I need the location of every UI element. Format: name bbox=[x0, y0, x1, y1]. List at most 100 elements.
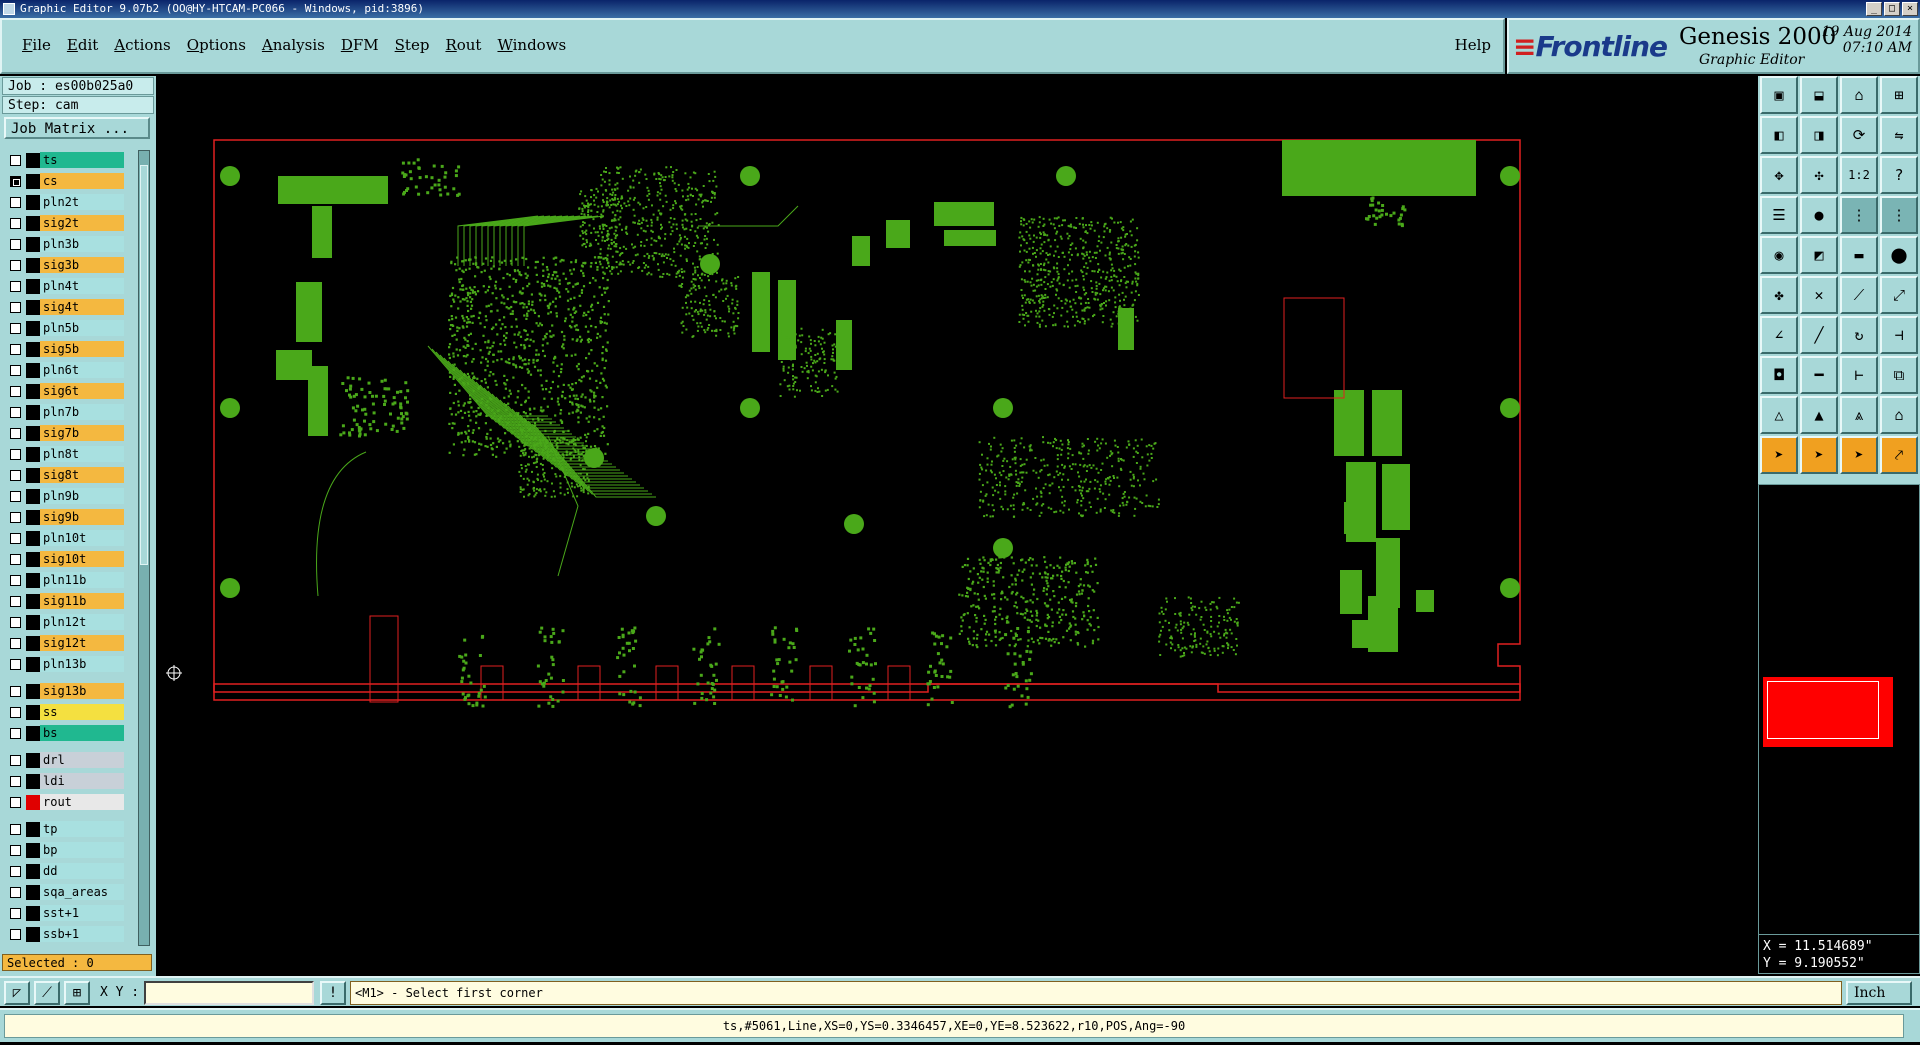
layer-checkbox[interactable] bbox=[10, 533, 21, 544]
layer-row-ssb+1[interactable]: ssb+1 bbox=[4, 924, 124, 945]
layer-name[interactable]: sig5b bbox=[40, 341, 124, 357]
layer-row-pln13b[interactable]: pln13b bbox=[4, 654, 124, 675]
open-icon[interactable]: ▣ bbox=[1760, 76, 1798, 114]
layer-row-sqa_areas[interactable]: sqa_areas bbox=[4, 882, 124, 903]
pin-icon[interactable]: ● bbox=[1800, 196, 1838, 234]
node-icon[interactable]: ⟋ bbox=[1840, 276, 1878, 314]
layer-checkbox[interactable] bbox=[10, 323, 21, 334]
layer-row-dd[interactable]: dd bbox=[4, 861, 124, 882]
layer-row-sig6t[interactable]: sig6t bbox=[4, 381, 124, 402]
layer-row-sig10t[interactable]: sig10t bbox=[4, 549, 124, 570]
layer-row-ts[interactable]: ts bbox=[4, 150, 124, 171]
layer-checkbox[interactable] bbox=[10, 449, 21, 460]
layer-checkbox[interactable] bbox=[10, 797, 21, 808]
layer-name[interactable]: pln9b bbox=[40, 488, 124, 504]
layer-row-sst+1[interactable]: sst+1 bbox=[4, 903, 124, 924]
pointer4-icon[interactable]: ⤤ bbox=[1880, 436, 1918, 474]
layer-row-sig12t[interactable]: sig12t bbox=[4, 633, 124, 654]
layer-row-pln3b[interactable]: pln3b bbox=[4, 234, 124, 255]
layer-name[interactable]: pln3b bbox=[40, 236, 124, 252]
layer-checkbox[interactable] bbox=[10, 239, 21, 250]
layer-checkbox[interactable] bbox=[10, 365, 21, 376]
layer-row-sig2t[interactable]: sig2t bbox=[4, 213, 124, 234]
layer-checkbox[interactable] bbox=[10, 197, 21, 208]
layer-name[interactable]: bs bbox=[40, 725, 124, 741]
close-button[interactable]: × bbox=[1902, 2, 1918, 16]
layer-row-pln5b[interactable]: pln5b bbox=[4, 318, 124, 339]
minimize-button[interactable]: _ bbox=[1866, 2, 1882, 16]
grid-icon[interactable]: ⊞ bbox=[64, 981, 90, 1005]
layer-name[interactable]: sqa_areas bbox=[40, 884, 124, 900]
layer-name[interactable]: sst+1 bbox=[40, 905, 124, 921]
layer-name[interactable]: sig13b bbox=[40, 683, 124, 699]
execute-button[interactable]: ! bbox=[320, 981, 346, 1005]
layer-checkbox[interactable] bbox=[10, 344, 21, 355]
window-icon[interactable]: ⊞ bbox=[1880, 76, 1918, 114]
menu-file[interactable]: File bbox=[14, 36, 59, 54]
angle-icon[interactable]: ∠ bbox=[1760, 316, 1798, 354]
layer-checkbox[interactable] bbox=[10, 428, 21, 439]
layer-name[interactable]: sig2t bbox=[40, 215, 124, 231]
layer-checkbox[interactable] bbox=[10, 512, 21, 523]
layer-row-pln11b[interactable]: pln11b bbox=[4, 570, 124, 591]
layer-name[interactable]: sig12t bbox=[40, 635, 124, 651]
layer-name[interactable]: pln7b bbox=[40, 404, 124, 420]
menu-help[interactable]: Help bbox=[1455, 36, 1491, 54]
layer-name[interactable]: drl bbox=[40, 752, 124, 768]
layer-row-tp[interactable]: tp bbox=[4, 819, 124, 840]
layer-list-icon[interactable]: ☰ bbox=[1760, 196, 1798, 234]
net-b-icon[interactable]: ⋮ bbox=[1880, 196, 1918, 234]
pan-left-icon[interactable]: ◧ bbox=[1760, 116, 1798, 154]
cross-icon[interactable]: ✕ bbox=[1800, 276, 1838, 314]
layer-checkbox[interactable] bbox=[10, 302, 21, 313]
scale-1-2-icon[interactable]: 1:2 bbox=[1840, 156, 1878, 194]
layer-row-pln8t[interactable]: pln8t bbox=[4, 444, 124, 465]
layer-scrollbar[interactable] bbox=[138, 150, 150, 946]
layer-checkbox[interactable] bbox=[10, 776, 21, 787]
layer-row-pln2t[interactable]: pln2t bbox=[4, 192, 124, 213]
layer-checkbox[interactable] bbox=[10, 575, 21, 586]
menu-dfm[interactable]: DFM bbox=[333, 36, 387, 54]
layer-checkbox[interactable] bbox=[10, 707, 21, 718]
split-icon[interactable]: ⊣ bbox=[1880, 316, 1918, 354]
layer-checkbox[interactable] bbox=[10, 596, 21, 607]
menu-options[interactable]: Options bbox=[179, 36, 254, 54]
net-a-icon[interactable]: ⋮ bbox=[1840, 196, 1878, 234]
layer-checkbox[interactable] bbox=[10, 728, 21, 739]
layer-checkbox[interactable] bbox=[10, 638, 21, 649]
tri3-icon[interactable]: ⩓ bbox=[1840, 396, 1878, 434]
layer-row-sig7b[interactable]: sig7b bbox=[4, 423, 124, 444]
layer-name[interactable]: pln11b bbox=[40, 572, 124, 588]
zoom-fit-icon[interactable]: ⟳ bbox=[1840, 116, 1878, 154]
layer-checkbox[interactable] bbox=[10, 155, 21, 166]
tri2-icon[interactable]: ▲ bbox=[1800, 396, 1838, 434]
layer-row-pln12t[interactable]: pln12t bbox=[4, 612, 124, 633]
layer-row-sig3b[interactable]: sig3b bbox=[4, 255, 124, 276]
layer-checkbox[interactable] bbox=[10, 176, 21, 187]
layer-name[interactable]: ts bbox=[40, 152, 124, 168]
arc-icon[interactable]: ↻ bbox=[1840, 316, 1878, 354]
units-selector[interactable]: Inch bbox=[1846, 981, 1912, 1005]
menu-edit[interactable]: Edit bbox=[59, 36, 106, 54]
hline-icon[interactable]: ━ bbox=[1800, 356, 1838, 394]
pcb-drawing[interactable] bbox=[158, 76, 1758, 974]
layer-name[interactable]: sig6t bbox=[40, 383, 124, 399]
layer-name[interactable]: sig9b bbox=[40, 509, 124, 525]
menu-rout[interactable]: Rout bbox=[437, 36, 489, 54]
layer-row-sig11b[interactable]: sig11b bbox=[4, 591, 124, 612]
layer-row-sig4t[interactable]: sig4t bbox=[4, 297, 124, 318]
layer-row-drl[interactable]: drl bbox=[4, 750, 124, 771]
swap-icon[interactable]: ⇋ bbox=[1880, 116, 1918, 154]
pointer2-icon[interactable]: ➤ bbox=[1800, 436, 1838, 474]
edit-shape-icon[interactable]: ◩ bbox=[1800, 236, 1838, 274]
menu-analysis[interactable]: Analysis bbox=[254, 36, 333, 54]
layer-row-cs[interactable]: cs bbox=[4, 171, 124, 192]
layer-row-pln7b[interactable]: pln7b bbox=[4, 402, 124, 423]
dim-icon[interactable]: ⊢ bbox=[1840, 356, 1878, 394]
layer-row-sig5b[interactable]: sig5b bbox=[4, 339, 124, 360]
layer-checkbox[interactable] bbox=[10, 218, 21, 229]
layer-name[interactable]: pln10t bbox=[40, 530, 124, 546]
menu-actions[interactable]: Actions bbox=[106, 36, 178, 54]
pan-right-icon[interactable]: ◨ bbox=[1800, 116, 1838, 154]
layer-checkbox[interactable] bbox=[10, 281, 21, 292]
